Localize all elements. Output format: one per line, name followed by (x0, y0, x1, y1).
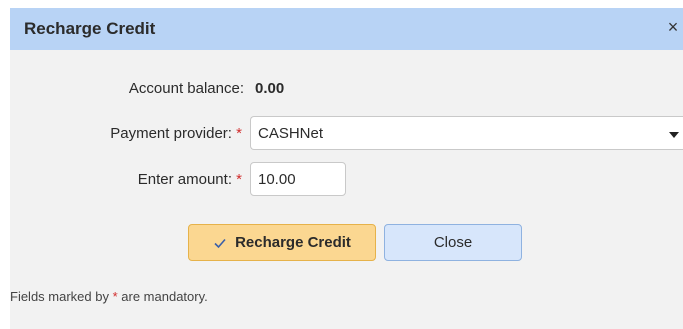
payment-provider-value: CASHNet (258, 125, 324, 142)
balance-label-text: Account balance: (128, 80, 244, 97)
close-button-label: Close (433, 234, 473, 251)
balance-label: Account balance: (50, 80, 244, 97)
provider-label-text: Payment provider: (110, 125, 232, 142)
close-icon[interactable]: × (665, 16, 681, 38)
check-icon (214, 238, 226, 248)
recharge-credit-button[interactable]: Recharge Credit (188, 224, 376, 261)
required-marker: * (236, 171, 242, 188)
payment-provider-select[interactable]: CASHNet (250, 116, 683, 150)
balance-value: 0.00 (255, 80, 285, 97)
note-prefix: Fields marked by (10, 289, 113, 304)
provider-label: Payment provider: * (30, 125, 242, 142)
mandatory-fields-note: Fields marked by * are mandatory. (10, 289, 208, 304)
recharge-credit-label: Recharge Credit (235, 234, 351, 251)
recharge-credit-dialog: Recharge Credit × Account balance: 0.00 … (10, 8, 683, 329)
note-suffix: are mandatory. (117, 289, 208, 304)
dialog-title: Recharge Credit (24, 19, 156, 38)
dialog-titlebar: Recharge Credit × (10, 8, 683, 50)
required-marker: * (236, 125, 242, 142)
close-button[interactable]: Close (384, 224, 522, 261)
amount-label: Enter amount: * (30, 171, 242, 188)
chevron-down-icon[interactable] (669, 132, 679, 138)
amount-input[interactable] (250, 162, 346, 196)
amount-label-text: Enter amount: (137, 171, 232, 188)
